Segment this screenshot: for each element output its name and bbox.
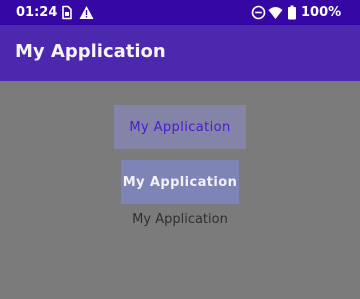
do-not-disturb-icon (251, 5, 266, 20)
app-bar: My Application (0, 25, 360, 81)
warning-icon (79, 6, 94, 19)
outline-button[interactable]: My Application (114, 105, 246, 149)
wifi-icon (268, 7, 283, 19)
status-time: 01:24 (16, 5, 58, 20)
main-content: My Application My Application My Applica… (0, 81, 360, 299)
status-bar: 01:24 100% (0, 0, 360, 25)
battery-percentage: 100% (301, 5, 342, 20)
text-label: My Application (132, 212, 228, 227)
app-screen: 01:24 100% My Application My Application… (0, 0, 360, 299)
app-title: My Application (15, 41, 166, 62)
filled-button[interactable]: My Application (121, 160, 239, 204)
sim-card-icon (62, 5, 72, 20)
battery-icon (288, 5, 296, 20)
